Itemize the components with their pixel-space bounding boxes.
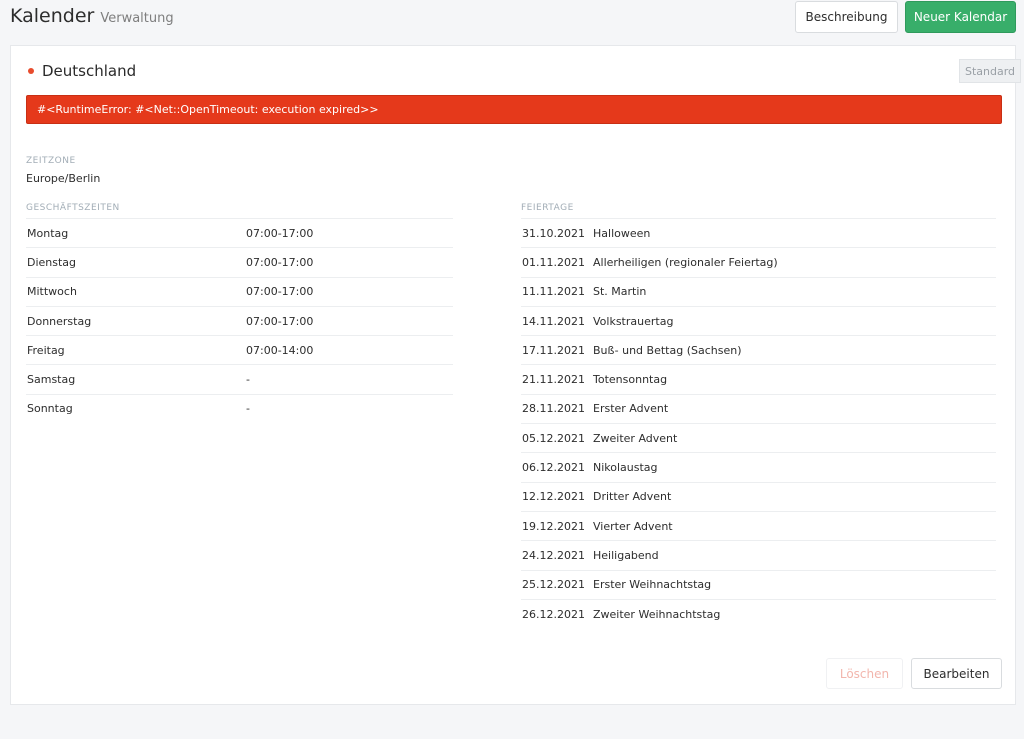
page-title-main: Kalender: [10, 5, 95, 27]
holiday-name: Erster Advent: [593, 402, 669, 416]
hours-value: 07:00-17:00: [246, 226, 314, 240]
holiday-name: Zweiter Weihnachtstag: [593, 607, 721, 621]
hours-value: -: [246, 402, 250, 416]
holiday-name: Erster Weihnachtstag: [593, 578, 712, 592]
holidays-label: FEIERTAGE: [521, 203, 574, 213]
holiday-name: Volkstrauertag: [593, 314, 674, 328]
holiday-date: 17.11.2021: [522, 343, 585, 357]
hours-value: 07:00-17:00: [246, 255, 314, 269]
weekday-label: Donnerstag: [27, 314, 92, 328]
holiday-row: 28.11.2021 Erster Advent: [521, 393, 996, 423]
business-hours-row: Mittwoch 07:00-17:00: [26, 276, 453, 306]
holiday-name: Allerheiligen (regionaler Feiertag): [593, 255, 778, 269]
holiday-row: 24.12.2021 Heiligabend: [521, 540, 996, 569]
hours-value: 07:00-17:00: [246, 314, 314, 328]
weekday-label: Mittwoch: [27, 285, 77, 299]
calendar-name: Deutschland: [42, 62, 137, 80]
holiday-row: 19.12.2021 Vierter Advent: [521, 510, 996, 540]
holiday-name: St. Martin: [593, 285, 647, 299]
holiday-name: Zweiter Advent: [593, 431, 678, 445]
weekday-label: Samstag: [27, 373, 76, 387]
weekday-label: Dienstag: [27, 255, 77, 269]
holiday-date: 12.12.2021: [522, 490, 585, 504]
holiday-row: 26.12.2021 Zweiter Weihnachtstag: [521, 598, 996, 628]
holiday-name: Halloween: [593, 226, 651, 240]
top-bar: Kalender Verwaltung Beschreibung Neuer K…: [0, 0, 1024, 46]
holiday-row: 21.11.2021 Totensonntag: [521, 364, 996, 393]
holiday-row: 05.12.2021 Zweiter Advent: [521, 423, 996, 452]
calendar-card: Deutschland Standard #<RuntimeError: #<N…: [10, 45, 1021, 705]
page-title: Kalender Verwaltung: [10, 5, 174, 27]
holiday-date: 06.12.2021: [522, 461, 585, 475]
hours-value: 07:00-14:00: [246, 343, 314, 357]
page-title-sub: Verwaltung: [100, 11, 174, 26]
weekday-label: Sonntag: [27, 402, 73, 416]
edit-button[interactable]: Bearbeiten: [911, 658, 1002, 689]
holiday-date: 19.12.2021: [522, 519, 585, 533]
weekday-label: Freitag: [27, 343, 65, 357]
holiday-date: 24.12.2021: [522, 548, 585, 562]
holiday-date: 31.10.2021: [522, 226, 585, 240]
business-hours-row: Samstag -: [26, 364, 453, 393]
holiday-date: 25.12.2021: [522, 578, 585, 592]
hours-value: -: [246, 373, 250, 387]
holiday-name: Buß- und Bettag (Sachsen): [593, 343, 742, 357]
holiday-date: 01.11.2021: [522, 255, 585, 269]
business-hours-row: Dienstag 07:00-17:00: [26, 247, 453, 276]
status-dot-icon: [28, 68, 34, 74]
hours-value: 07:00-17:00: [246, 285, 314, 299]
business-hours-label: GESCHÄFTSZEITEN: [26, 203, 120, 213]
business-hours-row: Sonntag -: [26, 393, 453, 423]
calendar-header: Deutschland: [28, 62, 136, 80]
holiday-name: Totensonntag: [593, 373, 668, 387]
new-calendar-button[interactable]: Neuer Kalendar: [905, 1, 1016, 33]
holiday-date: 05.12.2021: [522, 431, 585, 445]
timezone-label: ZEITZONE: [26, 156, 76, 166]
description-button[interactable]: Beschreibung: [795, 1, 898, 33]
timezone-value: Europe/Berlin: [26, 172, 101, 185]
holiday-name: Dritter Advent: [593, 490, 672, 504]
holiday-date: 21.11.2021: [522, 373, 585, 387]
holiday-name: Nikolaustag: [593, 461, 658, 475]
error-alert: #<RuntimeError: #<Net::OpenTimeout: exec…: [26, 95, 1002, 124]
holiday-row: 31.10.2021 Halloween: [521, 218, 996, 247]
default-badge: Standard: [959, 59, 1021, 83]
holiday-row: 12.12.2021 Dritter Advent: [521, 481, 996, 511]
business-hours-row: Donnerstag 07:00-17:00: [26, 305, 453, 335]
holiday-row: 01.11.2021 Allerheiligen (regionaler Feie…: [521, 247, 996, 276]
holiday-row: 17.11.2021 Buß- und Bettag (Sachsen): [521, 335, 996, 364]
holiday-date: 26.12.2021: [522, 607, 585, 621]
holiday-date: 11.11.2021: [522, 285, 585, 299]
holiday-row: 11.11.2021 St. Martin: [521, 276, 996, 306]
business-hours-row: Montag 07:00-17:00: [26, 218, 453, 247]
holiday-date: 28.11.2021: [522, 402, 585, 416]
holiday-row: 06.12.2021 Nikolaustag: [521, 452, 996, 481]
delete-button[interactable]: Löschen: [826, 658, 903, 689]
weekday-label: Montag: [27, 226, 69, 240]
holiday-row: 14.11.2021 Volkstrauertag: [521, 305, 996, 335]
holiday-name: Heiligabend: [593, 548, 659, 562]
business-hours-table: Montag 07:00-17:00 Dienstag 07:00-17:00 Mitt…: [26, 218, 453, 423]
holiday-name: Vierter Advent: [593, 519, 673, 533]
holiday-date: 14.11.2021: [522, 314, 585, 328]
holidays-table: 31.10.2021 Halloween 01.11.2021 Allerheilig…: [521, 218, 996, 628]
holiday-row: 25.12.2021 Erster Weihnachtstag: [521, 569, 996, 599]
business-hours-row: Freitag 07:00-14:00: [26, 335, 453, 364]
